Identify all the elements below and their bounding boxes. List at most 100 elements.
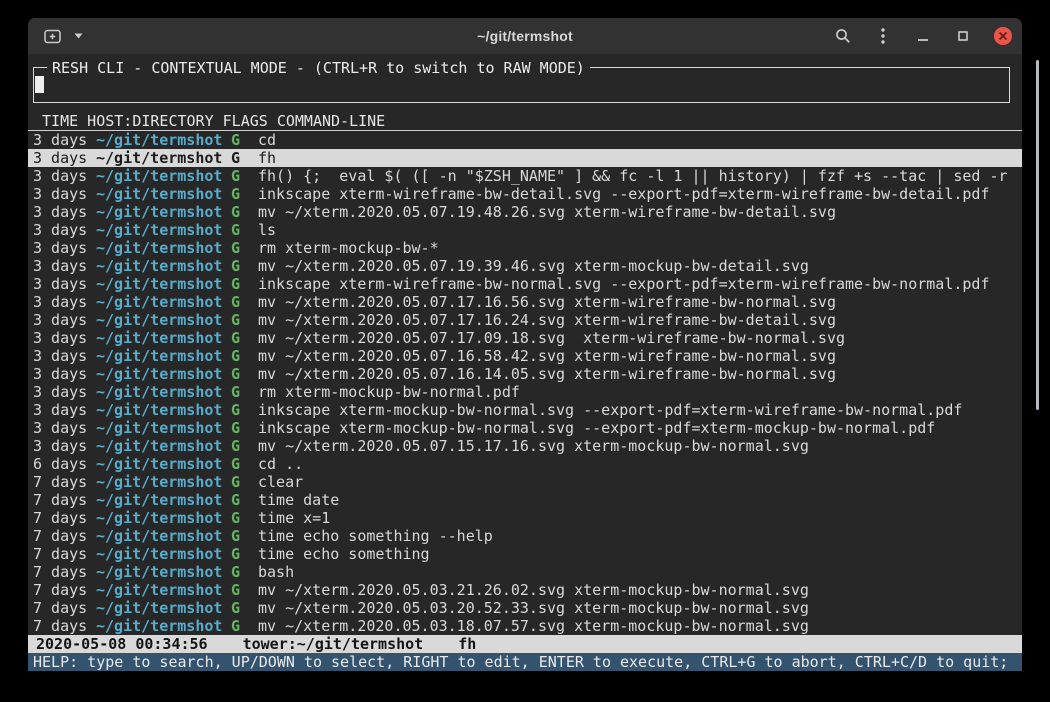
row-command: mv ~/xterm.2020.05.07.16.58.42.svg xterm… (258, 347, 1017, 365)
terminal-screen[interactable]: RESH CLI - CONTEXTUAL MODE - (CTRL+R to … (28, 54, 1022, 671)
menu-button[interactable] (873, 24, 893, 48)
history-row[interactable]: 3 days~/git/termshotGfh() {; eval $( ([ … (28, 167, 1022, 185)
row-command: time x=1 (258, 509, 1017, 527)
titlebar[interactable]: ~/git/termshot (28, 18, 1022, 54)
row-command: inkscape xterm-mockup-bw-normal.svg --ex… (258, 419, 1017, 437)
row-command: fh (258, 149, 1017, 167)
history-row[interactable]: 3 days~/git/termshotGinkscape xterm-wire… (28, 275, 1022, 293)
history-row[interactable]: 7 days~/git/termshotGtime echo something (28, 545, 1022, 563)
history-row[interactable]: 6 days~/git/termshotGcd .. (28, 455, 1022, 473)
status-datetime: 2020-05-08 00:34:56 (36, 635, 208, 653)
row-directory: ~/git/termshot (96, 599, 231, 617)
history-row[interactable]: 3 days~/git/termshotGcd (28, 131, 1022, 149)
history-row[interactable]: 3 days~/git/termshotGinkscape xterm-wire… (28, 185, 1022, 203)
history-header: TIME HOST:DIRECTORY FLAGS COMMAND-LINE (28, 112, 1022, 131)
history-row[interactable]: 3 days~/git/termshotGmv ~/xterm.2020.05.… (28, 365, 1022, 383)
history-row[interactable]: 3 days~/git/termshotGfh (28, 149, 1022, 167)
history-row[interactable]: 3 days~/git/termshotGls (28, 221, 1022, 239)
row-time: 7 days (33, 491, 96, 509)
row-time: 3 days (33, 419, 96, 437)
history-row[interactable]: 7 days~/git/termshotGbash (28, 563, 1022, 581)
close-icon (994, 27, 1012, 45)
chevron-down-icon (74, 33, 83, 39)
row-flags: G (231, 455, 258, 473)
search-input[interactable]: RESH CLI - CONTEXTUAL MODE - (CTRL+R to … (33, 67, 1010, 103)
row-command: mv ~/xterm.2020.05.07.19.48.26.svg xterm… (258, 203, 1017, 221)
close-button[interactable] (993, 24, 1013, 48)
history-row[interactable]: 3 days~/git/termshotGmv ~/xterm.2020.05.… (28, 329, 1022, 347)
row-flags: G (231, 401, 258, 419)
row-directory: ~/git/termshot (96, 473, 231, 491)
row-command: mv ~/xterm.2020.05.07.17.16.24.svg xterm… (258, 311, 1017, 329)
row-time: 3 days (33, 167, 96, 185)
row-flags: G (231, 383, 258, 401)
maximize-icon (957, 30, 969, 42)
history-row[interactable]: 7 days~/git/termshotGmv ~/xterm.2020.05.… (28, 617, 1022, 635)
row-time: 3 days (33, 221, 96, 239)
row-time: 3 days (33, 437, 96, 455)
row-time: 6 days (33, 455, 96, 473)
minimize-button[interactable] (913, 24, 933, 48)
row-command: rm xterm-mockup-bw-* (258, 239, 1017, 257)
history-row[interactable]: 3 days~/git/termshotGmv ~/xterm.2020.05.… (28, 257, 1022, 275)
history-row[interactable]: 7 days~/git/termshotGclear (28, 473, 1022, 491)
history-row[interactable]: 7 days~/git/termshotGmv ~/xterm.2020.05.… (28, 581, 1022, 599)
row-command: cd .. (258, 455, 1017, 473)
row-command: mv ~/xterm.2020.05.03.21.26.02.svg xterm… (258, 581, 1017, 599)
history-list: 3 days~/git/termshotGcd3 days~/git/terms… (28, 131, 1022, 635)
row-directory: ~/git/termshot (96, 383, 231, 401)
row-flags: G (231, 329, 258, 347)
history-row[interactable]: 3 days~/git/termshotGmv ~/xterm.2020.05.… (28, 311, 1022, 329)
row-command: mv ~/xterm.2020.05.07.17.09.18.svg xterm… (258, 329, 1017, 347)
row-directory: ~/git/termshot (96, 203, 231, 221)
row-directory: ~/git/termshot (96, 419, 231, 437)
history-row[interactable]: 7 days~/git/termshotGtime echo something… (28, 527, 1022, 545)
history-row[interactable]: 7 days~/git/termshotGtime date (28, 491, 1022, 509)
row-directory: ~/git/termshot (96, 239, 231, 257)
history-row[interactable]: 3 days~/git/termshotGmv ~/xterm.2020.05.… (28, 293, 1022, 311)
scrollbar[interactable] (1036, 60, 1039, 410)
row-time: 3 days (33, 203, 96, 221)
row-flags: G (231, 599, 258, 617)
row-command: inkscape xterm-wireframe-bw-normal.svg -… (258, 275, 1017, 293)
maximize-button[interactable] (953, 24, 973, 48)
tab-dropdown-button[interactable] (72, 24, 84, 48)
row-flags: G (231, 491, 258, 509)
row-time: 3 days (33, 311, 96, 329)
row-flags: G (231, 347, 258, 365)
row-time: 3 days (33, 347, 96, 365)
history-row[interactable]: 3 days~/git/termshotGmv ~/xterm.2020.05.… (28, 437, 1022, 455)
history-row[interactable]: 3 days~/git/termshotGinkscape xterm-mock… (28, 419, 1022, 437)
row-directory: ~/git/termshot (96, 545, 231, 563)
history-row[interactable]: 3 days~/git/termshotGrm xterm-mockup-bw-… (28, 239, 1022, 257)
new-tab-button[interactable] (41, 24, 63, 48)
history-row[interactable]: 7 days~/git/termshotGmv ~/xterm.2020.05.… (28, 599, 1022, 617)
row-time: 7 days (33, 599, 96, 617)
history-row[interactable]: 3 days~/git/termshotGmv ~/xterm.2020.05.… (28, 203, 1022, 221)
history-row[interactable]: 3 days~/git/termshotGmv ~/xterm.2020.05.… (28, 347, 1022, 365)
row-directory: ~/git/termshot (96, 293, 231, 311)
row-directory: ~/git/termshot (96, 437, 231, 455)
search-button[interactable] (833, 24, 853, 48)
row-command: mv ~/xterm.2020.05.07.17.16.56.svg xterm… (258, 293, 1017, 311)
row-flags: G (231, 563, 258, 581)
row-directory: ~/git/termshot (96, 455, 231, 473)
titlebar-left (28, 24, 84, 48)
row-flags: G (231, 437, 258, 455)
row-time: 3 days (33, 131, 96, 149)
row-time: 7 days (33, 509, 96, 527)
history-row[interactable]: 3 days~/git/termshotGinkscape xterm-mock… (28, 401, 1022, 419)
row-command: mv ~/xterm.2020.05.07.15.17.16.svg xterm… (258, 437, 1017, 455)
history-row[interactable]: 3 days~/git/termshotGrm xterm-mockup-bw-… (28, 383, 1022, 401)
row-directory: ~/git/termshot (96, 617, 231, 635)
row-directory: ~/git/termshot (96, 527, 231, 545)
row-command: rm xterm-mockup-bw-normal.pdf (258, 383, 1017, 401)
row-flags: G (231, 311, 258, 329)
row-command: inkscape xterm-wireframe-bw-detail.svg -… (258, 185, 1017, 203)
row-directory: ~/git/termshot (96, 509, 231, 527)
row-time: 3 days (33, 365, 96, 383)
row-directory: ~/git/termshot (96, 221, 231, 239)
history-row[interactable]: 7 days~/git/termshotGtime x=1 (28, 509, 1022, 527)
row-flags: G (231, 527, 258, 545)
minimize-icon (917, 30, 929, 42)
